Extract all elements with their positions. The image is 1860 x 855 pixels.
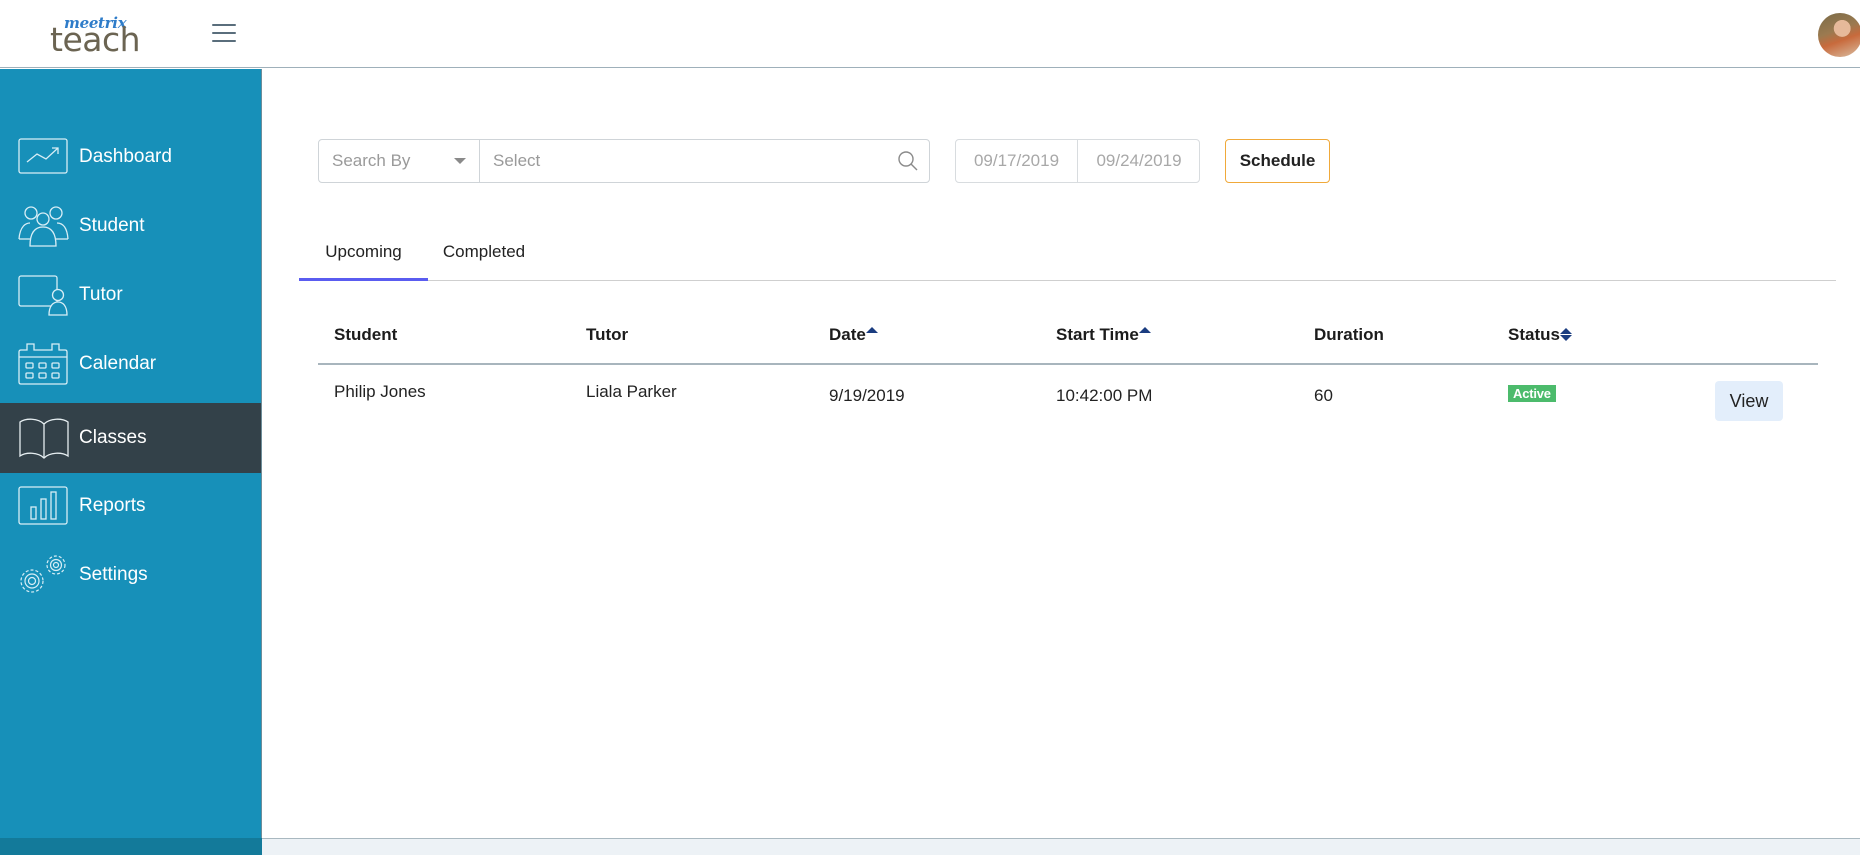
date-to-field[interactable]: 09/24/2019 bbox=[1078, 140, 1200, 182]
sort-ascending-icon[interactable] bbox=[865, 327, 878, 333]
status-badge: Active bbox=[1508, 385, 1556, 402]
column-label: Status bbox=[1508, 325, 1560, 344]
tab-completed[interactable]: Completed bbox=[428, 230, 540, 281]
open-book-icon bbox=[18, 416, 70, 460]
gears-icon bbox=[18, 553, 70, 597]
date-from-field[interactable]: 09/17/2019 bbox=[956, 140, 1078, 182]
column-header-duration: Duration bbox=[1314, 325, 1384, 345]
view-button[interactable]: View bbox=[1715, 381, 1783, 421]
tab-upcoming[interactable]: Upcoming bbox=[299, 230, 428, 281]
page-footer bbox=[262, 838, 1860, 855]
column-header-tutor: Tutor bbox=[586, 325, 628, 345]
sidebar-footer bbox=[0, 838, 262, 855]
caret-down-icon bbox=[454, 158, 466, 164]
column-header-status[interactable]: Status bbox=[1508, 325, 1572, 345]
table-header: Student Tutor Date Start Time Duration S… bbox=[318, 313, 1818, 365]
sort-ascending-icon[interactable] bbox=[1138, 327, 1151, 333]
calendar-icon bbox=[18, 342, 70, 386]
app-logo[interactable]: meetrix teach bbox=[50, 14, 150, 59]
sidebar-item-settings[interactable]: Settings bbox=[0, 540, 261, 610]
classes-table: Student Tutor Date Start Time Duration S… bbox=[318, 313, 1818, 435]
search-icon[interactable] bbox=[897, 150, 919, 172]
schedule-button[interactable]: Schedule bbox=[1225, 139, 1330, 183]
cell-start-time: 10:42:00 PM bbox=[1056, 386, 1153, 405]
cell-duration: 60 bbox=[1314, 386, 1333, 405]
cell-tutor: Liala Parker bbox=[586, 382, 677, 401]
sort-toggle-icon[interactable] bbox=[1559, 328, 1572, 341]
search-group: Search By bbox=[318, 139, 930, 183]
hamburger-icon[interactable] bbox=[212, 24, 236, 44]
column-label: Student bbox=[334, 325, 398, 344]
bar-chart-icon bbox=[18, 484, 70, 528]
users-group-icon bbox=[18, 204, 70, 248]
sidebar: Dashboard Student Tutor Calendar Classes… bbox=[0, 69, 262, 838]
column-label: Tutor bbox=[586, 325, 629, 344]
sidebar-item-reports[interactable]: Reports bbox=[0, 471, 261, 541]
column-label: Duration bbox=[1314, 325, 1384, 344]
cell-student: Philip Jones bbox=[334, 382, 426, 401]
sidebar-label: Tutor bbox=[79, 284, 123, 305]
sidebar-item-student[interactable]: Student bbox=[0, 191, 261, 261]
sidebar-item-dashboard[interactable]: Dashboard bbox=[0, 122, 261, 192]
search-input[interactable] bbox=[481, 140, 921, 182]
column-label: Date bbox=[829, 325, 866, 344]
column-header-student: Student bbox=[334, 325, 397, 345]
sidebar-item-tutor[interactable]: Tutor bbox=[0, 260, 261, 330]
date-range-picker: 09/17/2019 09/24/2019 bbox=[955, 139, 1200, 183]
sidebar-label: Calendar bbox=[79, 353, 157, 374]
table-row: Philip Jones Liala Parker 9/19/2019 10:4… bbox=[318, 365, 1818, 435]
sidebar-label: Reports bbox=[79, 495, 146, 516]
sidebar-label: Student bbox=[79, 215, 145, 236]
sidebar-label: Classes bbox=[79, 427, 147, 448]
search-by-dropdown[interactable]: Search By bbox=[319, 140, 480, 182]
sidebar-label: Dashboard bbox=[79, 146, 172, 167]
sidebar-label: Settings bbox=[79, 564, 148, 585]
column-header-date[interactable]: Date bbox=[829, 325, 878, 345]
column-label: Start Time bbox=[1056, 325, 1139, 344]
column-header-start-time[interactable]: Start Time bbox=[1056, 325, 1151, 345]
trend-chart-icon bbox=[18, 135, 70, 179]
top-header: meetrix teach bbox=[0, 0, 1860, 68]
tutor-board-icon bbox=[18, 273, 70, 317]
user-avatar[interactable] bbox=[1818, 13, 1860, 57]
logo-brand-big: teach bbox=[50, 20, 141, 59]
class-tabs: Upcoming Completed bbox=[299, 230, 1836, 281]
sidebar-item-calendar[interactable]: Calendar bbox=[0, 329, 261, 399]
sidebar-item-classes[interactable]: Classes bbox=[0, 403, 261, 473]
search-by-placeholder: Search By bbox=[332, 151, 411, 170]
cell-date: 9/19/2019 bbox=[829, 386, 905, 405]
